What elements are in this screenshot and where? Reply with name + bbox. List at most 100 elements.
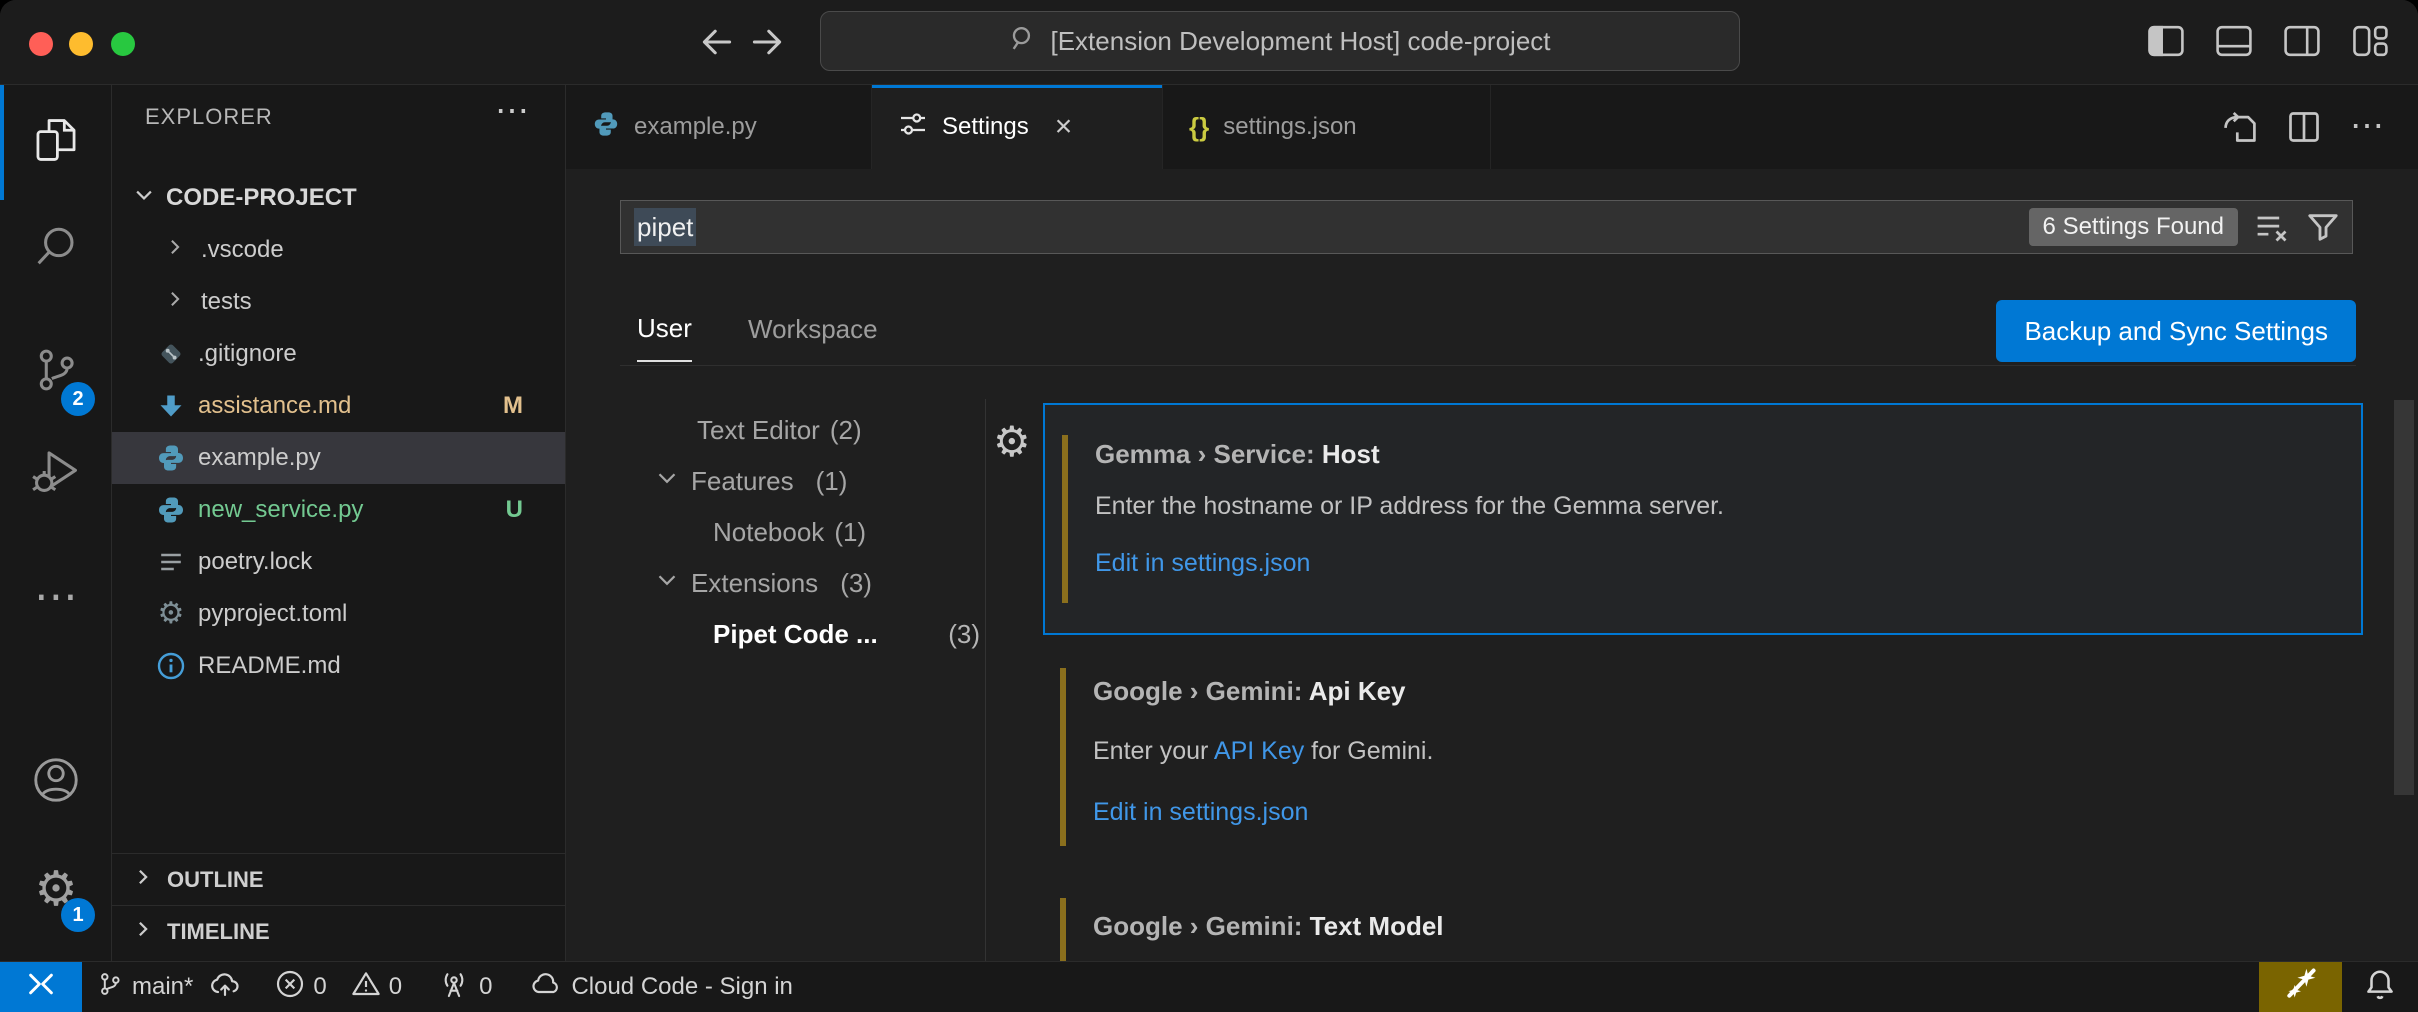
markdown-down-arrow-icon [155,391,187,421]
python-icon [592,110,620,145]
scrollbar-thumb[interactable] [2394,400,2414,795]
settings-sliders-icon [898,109,928,146]
git-branch-icon [97,971,123,1004]
tree-item-gitignore[interactable]: .gitignore [112,328,565,380]
tab-settings-json[interactable]: {} settings.json [1163,85,1491,169]
layout-sidebar-left-icon [2147,24,2185,61]
setting-row-gemma-service-host[interactable]: Gemma › Service: Host Enter the hostname… [1043,403,2363,635]
tab-example-py[interactable]: example.py [566,85,872,169]
more-icon: ⋯ [34,586,78,608]
settings-list: Gemma › Service: Host Enter the hostname… [1043,403,2363,961]
search-value: pipet [634,212,696,243]
scope-tab-user[interactable]: User [637,296,692,362]
scope-tab-workspace[interactable]: Workspace [748,296,878,362]
tab-settings[interactable]: Settings × [872,85,1163,169]
python-icon [155,443,187,473]
cloud-icon [530,971,562,1004]
layout-sidebar-right-icon [2283,24,2321,61]
setting-gear-icon[interactable]: ⚙ [993,421,1031,463]
explorer-more-actions-button[interactable]: ⋯ [489,93,535,129]
ports-status-item[interactable]: 0 [438,962,492,1012]
assist-disabled-item[interactable] [2259,962,2342,1012]
account-icon [30,754,82,811]
spark-slash-icon [2283,966,2319,1009]
activity-run-debug[interactable] [0,421,112,525]
tree-item-tests-folder[interactable]: tests [112,276,565,328]
settings-badge: 1 [61,898,95,932]
settings-toc: Text Editor (2) Features (1) Notebook (1… [620,405,986,660]
files-icon [31,115,81,170]
macos-zoom-button[interactable] [111,32,135,56]
bell-icon [2363,967,2397,1008]
edit-in-settings-json-link[interactable]: Edit in settings.json [1093,798,1308,827]
open-changes-icon[interactable] [2222,109,2258,145]
filter-icon[interactable] [2306,210,2340,244]
sync-changes-item[interactable] [209,962,241,1012]
chevron-right-icon [165,236,185,264]
explorer-title: EXPLORER [145,104,273,130]
split-editor-icon[interactable] [2286,109,2322,145]
tree-item-new-service-py[interactable]: new_service.py U [112,484,565,536]
navigate-forward-button[interactable] [746,22,788,64]
warning-icon [351,969,381,1006]
backup-sync-settings-button[interactable]: Backup and Sync Settings [1996,300,2356,362]
navigate-back-button[interactable] [696,22,738,64]
toc-list-divider [985,399,986,961]
tree-root-code-project[interactable]: CODE-PROJECT [112,172,565,224]
settings-search-input[interactable]: pipet 6 Settings Found [620,200,2353,254]
setting-row-google-gemini-text-model[interactable]: Google › Gemini: Text Model [1043,890,2363,961]
activity-settings[interactable]: ⚙ 1 [0,838,112,942]
setting-row-google-gemini-api-key[interactable]: Google › Gemini: Api Key Enter your API … [1043,660,2363,858]
toggle-secondary-sidebar-button[interactable] [2280,20,2324,64]
arrow-right-icon [749,24,785,63]
editor-group: example.py Settings × {} settings.json [566,85,2418,961]
tab-label: settings.json [1223,113,1356,141]
remote-indicator[interactable] [0,962,82,1012]
git-icon [155,339,187,369]
chevron-right-icon [133,919,153,945]
more-actions-icon[interactable]: ⋯ [2350,120,2384,134]
setting-title: Google › Gemini: Api Key [1093,676,2363,707]
macos-minimize-button[interactable] [69,32,93,56]
branch-status-item[interactable]: main* [97,962,193,1012]
edit-in-settings-json-link[interactable]: Edit in settings.json [1095,549,1310,578]
activity-explorer[interactable] [0,90,112,194]
error-icon [275,969,305,1006]
command-center[interactable]: [Extension Development Host] code-projec… [820,11,1740,71]
tree-item-assistance-md[interactable]: assistance.md M [112,380,565,432]
search-icon [31,223,81,278]
activity-accounts[interactable] [0,730,112,834]
toc-item-features[interactable]: Features (1) [620,456,986,507]
tree-item-pyproject-toml[interactable]: ⚙ pyproject.toml [112,588,565,640]
tree-item-poetry-lock[interactable]: poetry.lock [112,536,565,588]
notifications-item[interactable] [2342,962,2418,1012]
activity-search[interactable] [0,198,112,302]
toc-item-pipet-code[interactable]: Pipet Code ... (3) [620,609,986,660]
layout-controls [2144,20,2392,64]
tree-item-vscode-folder[interactable]: .vscode [112,224,565,276]
problems-status-item[interactable]: 0 0 [275,962,402,1012]
toc-item-notebook[interactable]: Notebook (1) [620,507,986,558]
broadcast-tower-icon [438,969,470,1006]
tree-item-example-py[interactable]: example.py [112,432,565,484]
status-bar-right [2259,962,2418,1012]
search-controls: 6 Settings Found [2029,208,2352,246]
toggle-panel-button[interactable] [2212,20,2256,64]
toggle-primary-sidebar-button[interactable] [2144,20,2188,64]
activity-source-control[interactable]: 2 [0,320,112,424]
timeline-section-header[interactable]: TIMELINE [112,905,565,957]
cloud-code-status-item[interactable]: Cloud Code - Sign in [530,962,792,1012]
close-icon[interactable]: × [1055,112,1073,142]
toc-item-extensions[interactable]: Extensions (3) [620,558,986,609]
settings-scope-tabs: User Workspace Backup and Sync Settings [620,296,2356,366]
macos-close-button[interactable] [29,32,53,56]
api-key-link[interactable]: API Key [1214,737,1304,765]
activity-more-views[interactable]: ⋯ [0,550,112,644]
outline-section-header[interactable]: OUTLINE [112,853,565,905]
tree-item-readme-md[interactable]: README.md [112,640,565,692]
customize-layout-button[interactable] [2348,20,2392,64]
setting-description: Enter your API Key for Gemini. [1093,737,2363,766]
lock-file-lines-icon [155,548,187,576]
clear-search-icon[interactable] [2254,210,2290,244]
toc-item-text-editor[interactable]: Text Editor (2) [620,405,986,456]
